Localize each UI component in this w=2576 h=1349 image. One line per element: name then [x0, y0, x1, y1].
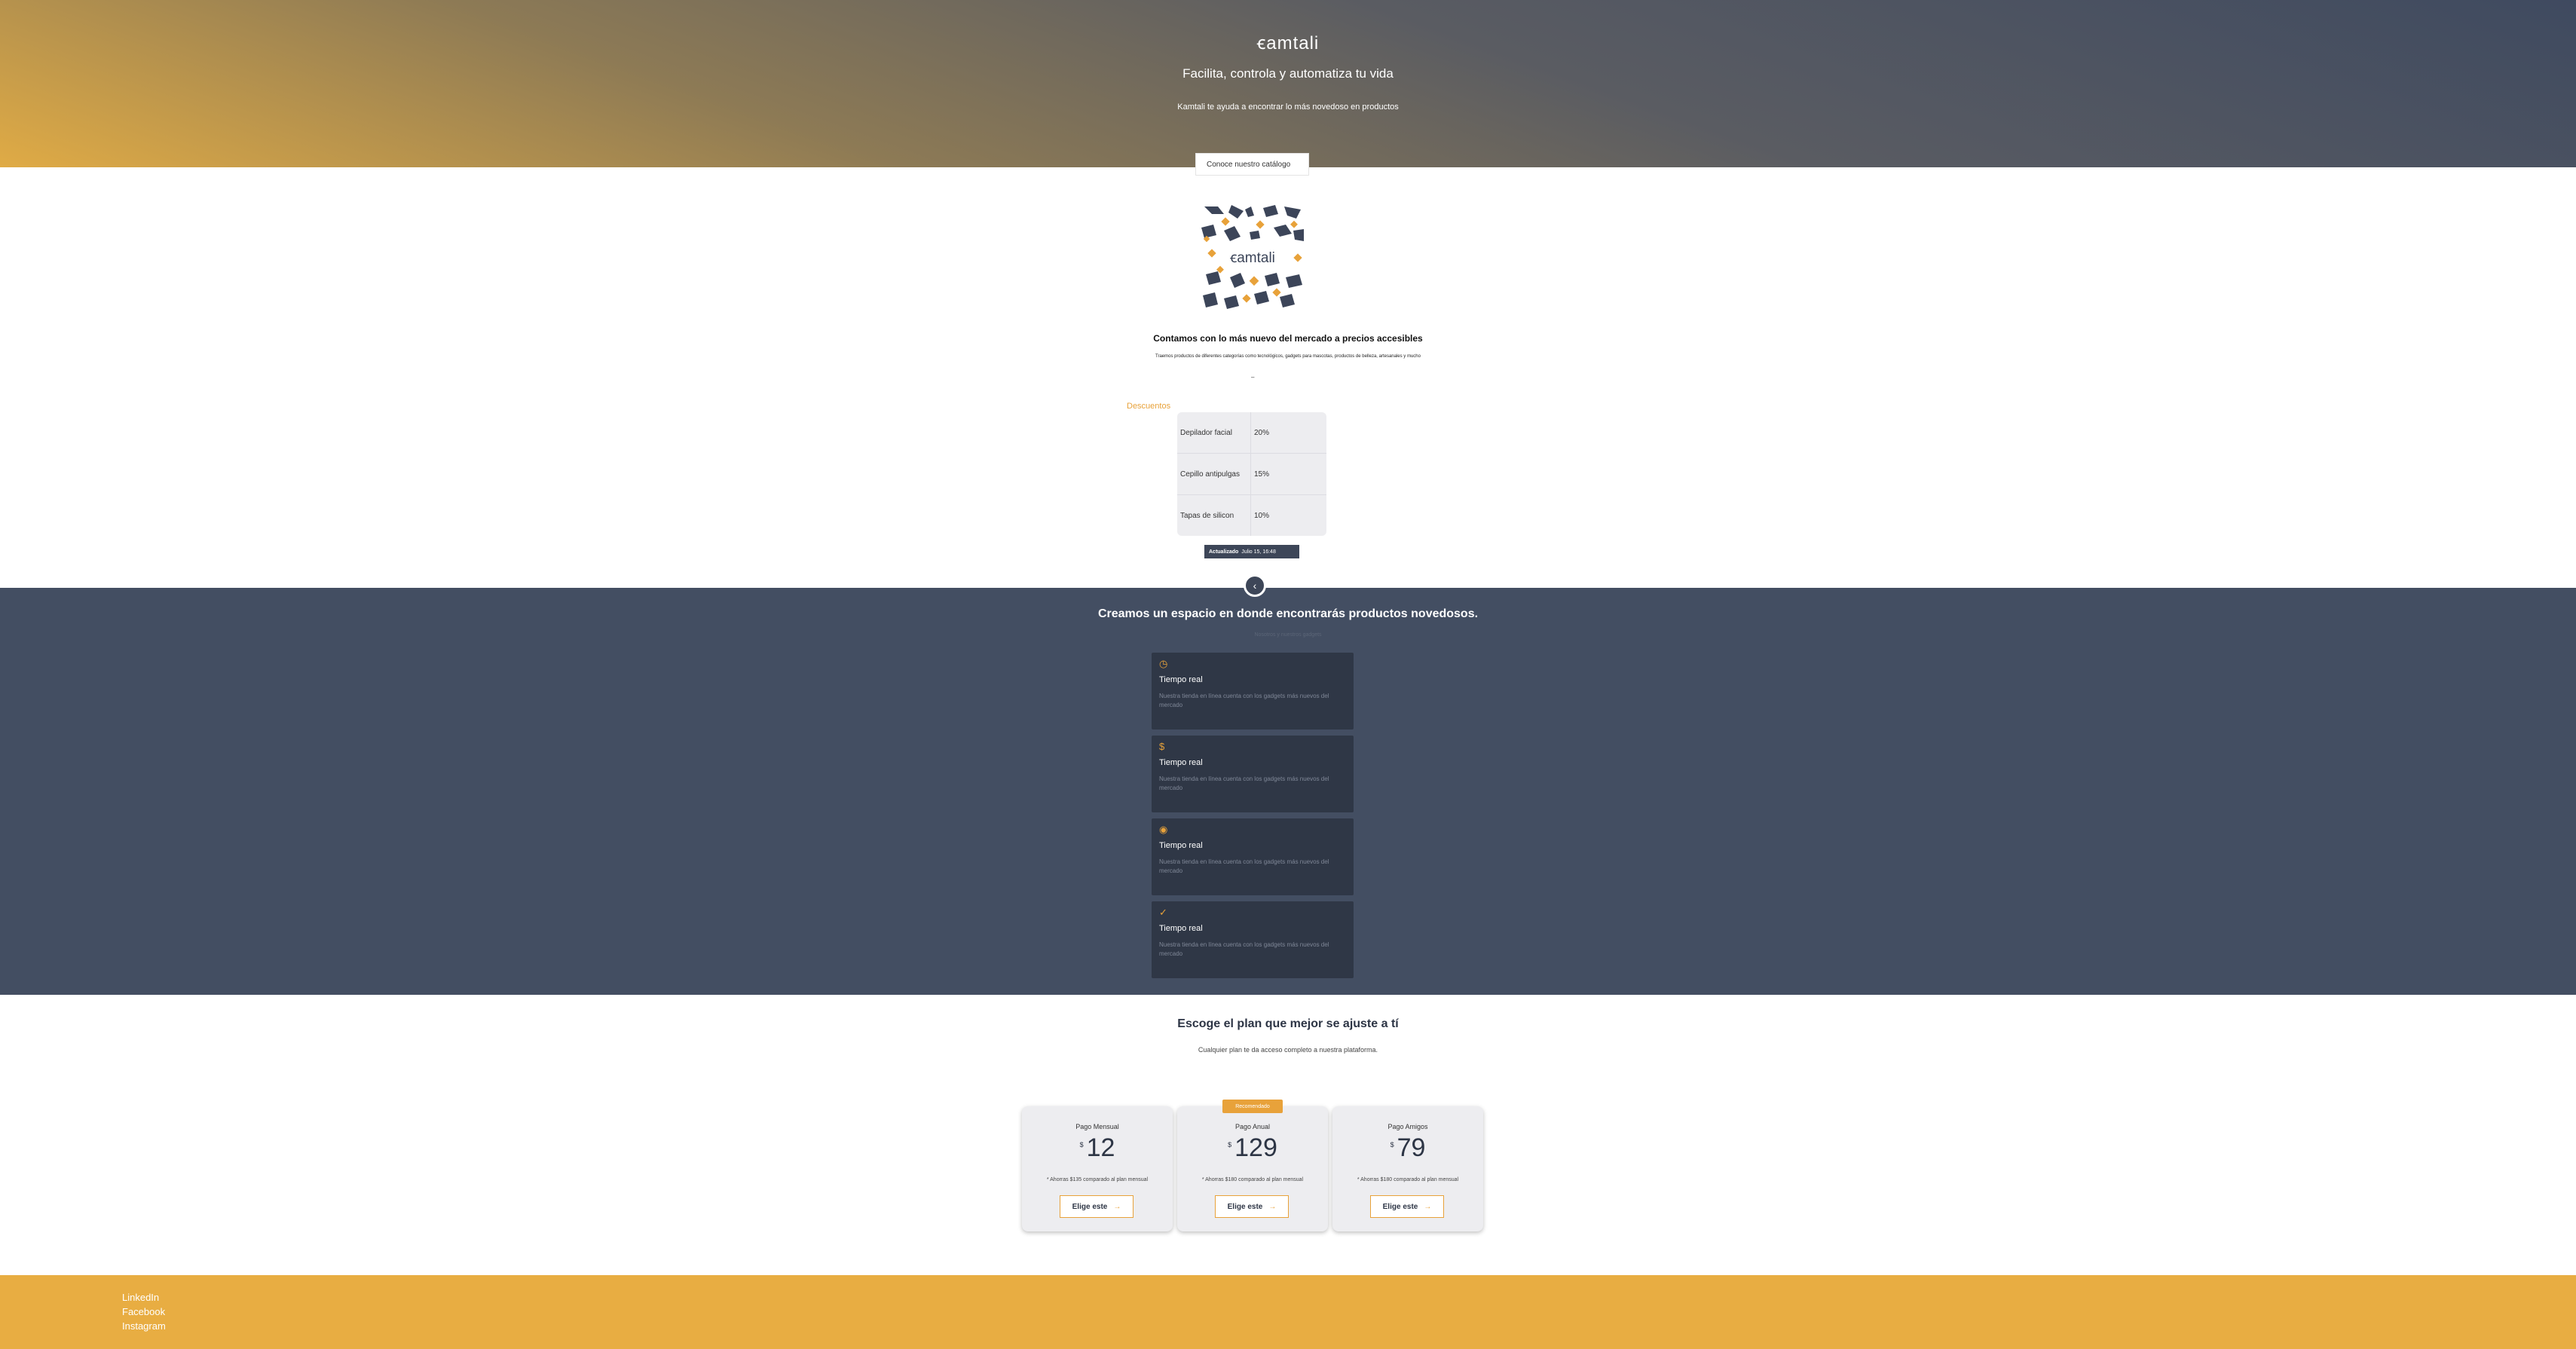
choose-plan-label: Elige este [1227, 1202, 1263, 1211]
features-subtitle: Nosotros y nuestros gadgets [1254, 632, 1322, 638]
currency-symbol: $ [1228, 1141, 1232, 1149]
plan-note: * Ahorras $180 comparado al plan mensual [1357, 1177, 1459, 1182]
plan-card-annual: Pago Anual $129 * Ahorras $180 comparado… [1177, 1106, 1328, 1231]
feature-title: Tiempo real [1159, 924, 1203, 933]
pricing-title: Escoge el plan que mejor se ajuste a tí [1177, 1017, 1399, 1030]
plan-name: Pago Amigos [1387, 1123, 1428, 1130]
feature-description: Nuestra tienda en línea cuenta con los g… [1159, 693, 1329, 708]
discount-name: Cepillo antipulgas [1177, 454, 1251, 494]
currency-symbol: $ [1390, 1141, 1394, 1149]
feature-card: ◉ Tiempo real Nuestra tienda en línea cu… [1152, 818, 1354, 895]
choose-plan-button[interactable]: Elige este → [1215, 1195, 1289, 1218]
pricing-subtitle: Cualquier plan te da acceso completo a n… [1198, 1046, 1378, 1054]
feature-title: Tiempo real [1159, 841, 1203, 850]
feature-description: Nuestra tienda en línea cuenta con los g… [1159, 858, 1329, 874]
updated-label: Actualizado [1209, 549, 1239, 555]
discount-name: Depilador facial [1177, 412, 1251, 453]
discounts-table: Depilador facial 20% Cepillo antipulgas … [1177, 412, 1326, 536]
brand-logo[interactable]: ꞓamtali [0, 30, 2576, 55]
intro-dash: – [1251, 374, 1255, 381]
feature-card: ✓ Tiempo real Nuestra tienda en línea cu… [1152, 901, 1354, 978]
dollar-icon: $ [1159, 741, 1165, 752]
arrow-right-icon: → [1268, 1202, 1277, 1211]
discount-value: 15% [1254, 470, 1270, 479]
arrow-right-icon: → [1424, 1202, 1432, 1211]
intro-description: Traemos productos de diferentes categorí… [1155, 354, 1421, 359]
recommended-badge: Recomendado [1222, 1100, 1283, 1113]
intro-title: Contamos con lo más nuevo del mercado a … [1153, 333, 1423, 344]
plan-price-value: 79 [1397, 1133, 1426, 1162]
plan-note: * Ahorras $180 comparado al plan mensual [1201, 1177, 1304, 1182]
updated-value: Julio 15, 16:48 [1241, 549, 1276, 555]
plan-price-value: 12 [1086, 1133, 1115, 1162]
hero-title: Facilita, controla y automatiza tu vida [1182, 66, 1394, 81]
discount-name: Tapas de silicon [1177, 495, 1251, 536]
feature-title: Tiempo real [1159, 675, 1203, 684]
features-title: Creamos un espacio en donde encontrarás … [1097, 607, 1479, 620]
choose-plan-label: Elige este [1072, 1202, 1108, 1211]
hero-banner: ꞓamtali Facilita, controla y automatiza … [0, 0, 2576, 167]
footer-link-instagram[interactable]: Instagram [122, 1320, 166, 1332]
plan-price: $79 [1332, 1133, 1483, 1163]
eye-icon: ◉ [1159, 824, 1168, 835]
logo-tile-text: ꞓamtali [1230, 250, 1275, 266]
table-row: Depilador facial 20% [1177, 412, 1326, 454]
discount-value: 20% [1254, 428, 1270, 437]
choose-plan-button[interactable]: Elige este → [1060, 1195, 1134, 1218]
plan-card-friends: Pago Amigos $79 * Ahorras $180 comparado… [1332, 1106, 1483, 1231]
plan-price-value: 129 [1234, 1133, 1277, 1162]
catalog-button[interactable]: Conoce nuestro catálogo [1195, 153, 1309, 176]
plan-name: Pago Mensual [1075, 1123, 1119, 1130]
arrow-right-icon: → [1113, 1202, 1121, 1211]
choose-plan-button[interactable]: Elige este → [1370, 1195, 1444, 1218]
discount-value: 10% [1254, 512, 1270, 520]
plan-price: $129 [1177, 1133, 1328, 1163]
plan-name: Pago Anual [1234, 1123, 1271, 1130]
footer-link-linkedin[interactable]: LinkedIn [122, 1292, 159, 1303]
choose-plan-label: Elige este [1382, 1202, 1418, 1211]
feature-card: ◷ Tiempo real Nuestra tienda en línea cu… [1152, 653, 1354, 730]
footer-link-facebook[interactable]: Facebook [122, 1306, 165, 1317]
hero-subtitle: Kamtali te ayuda a encontrar lo más nove… [1177, 102, 1399, 112]
feature-description: Nuestra tienda en línea cuenta con los g… [1159, 775, 1329, 791]
table-row: Cepillo antipulgas 15% [1177, 454, 1326, 495]
landing-page: ꞓamtali Facilita, controla y automatiza … [0, 0, 2576, 1349]
prev-arrow-button[interactable]: ‹ [1244, 574, 1266, 597]
clock-icon: ◷ [1159, 658, 1168, 669]
plan-card-monthly: Pago Mensual $12 * Ahorras $135 comparad… [1022, 1106, 1173, 1231]
feature-card: $ Tiempo real Nuestra tienda en línea cu… [1152, 736, 1354, 812]
table-row: Tapas de silicon 10% [1177, 495, 1326, 536]
plan-price: $12 [1022, 1133, 1173, 1163]
logo-pattern-image: ꞓamtali [1201, 205, 1304, 309]
check-circle-icon: ✓ [1159, 907, 1167, 918]
footer: LinkedIn Facebook Instagram [0, 1275, 2576, 1349]
plan-note: * Ahorras $135 comparado al plan mensual [1046, 1177, 1149, 1182]
feature-title: Tiempo real [1159, 758, 1203, 767]
discounts-label: Descuentos [1127, 402, 1171, 411]
updated-badge: Actualizado Julio 15, 16:48 [1204, 545, 1299, 558]
currency-symbol: $ [1079, 1141, 1084, 1149]
feature-description: Nuestra tienda en línea cuenta con los g… [1159, 941, 1329, 957]
